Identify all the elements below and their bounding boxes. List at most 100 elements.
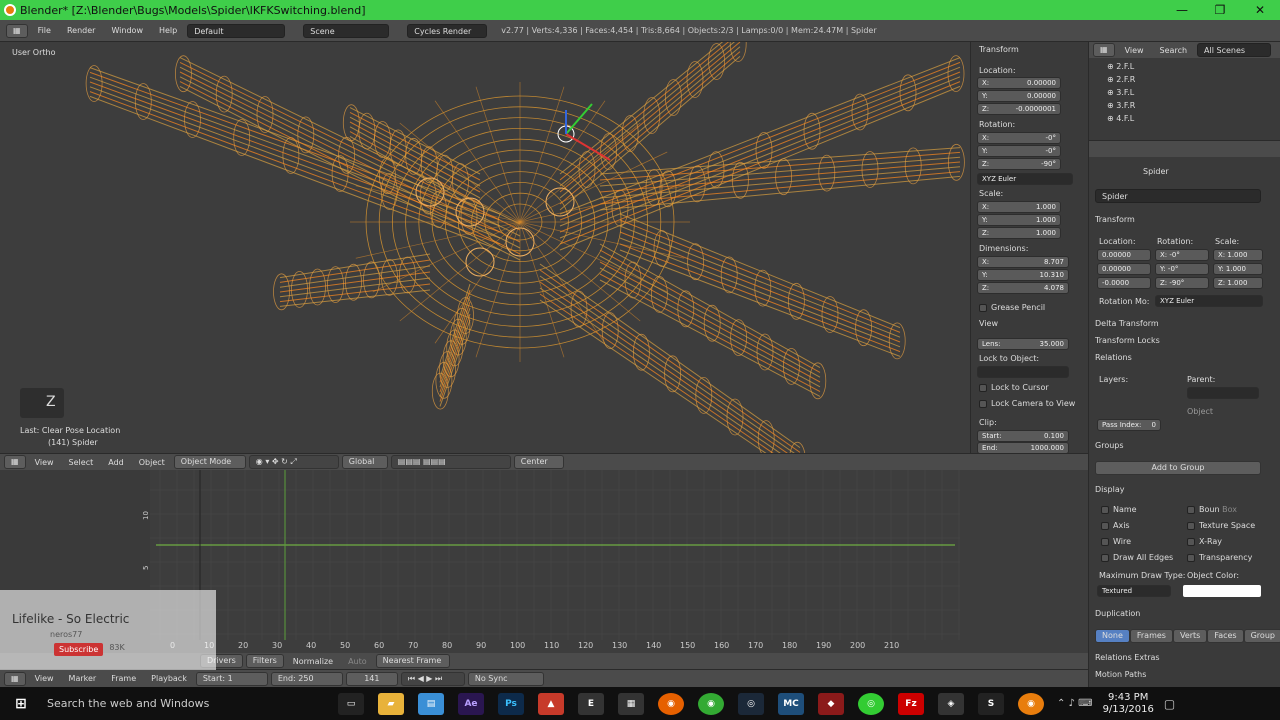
- calculator-icon[interactable]: ▦: [618, 692, 644, 715]
- rotation-x-field[interactable]: X: -0°: [977, 132, 1061, 144]
- epic-games-icon[interactable]: E: [578, 692, 604, 715]
- dimension-y-field[interactable]: Y: 10.310: [977, 269, 1069, 281]
- outliner-filter-select[interactable]: All Scenes: [1197, 43, 1272, 57]
- store-icon[interactable]: ▤: [418, 692, 444, 715]
- normalize-toggle[interactable]: Normalize: [287, 657, 339, 666]
- prop-loc-y[interactable]: 0.00000: [1097, 263, 1151, 275]
- clock[interactable]: 9:43 PM 9/13/2016: [1103, 692, 1154, 716]
- display-texture-space-checkbox[interactable]: Texture Space: [1187, 521, 1255, 530]
- layer-buttons[interactable]: ▤▤▤ ▤▤▤: [390, 455, 511, 469]
- prop-scale-x[interactable]: X: 1.000: [1213, 249, 1263, 261]
- app-icon[interactable]: ◈: [938, 692, 964, 715]
- relations-header[interactable]: Relations: [1095, 353, 1132, 362]
- location-y-field[interactable]: Y: 0.00000: [977, 90, 1061, 102]
- rotation-y-field[interactable]: Y: -0°: [977, 145, 1061, 157]
- menu-file[interactable]: File: [32, 26, 57, 35]
- after-effects-icon[interactable]: Ae: [458, 692, 484, 715]
- dup-verts-tab[interactable]: Verts: [1172, 629, 1208, 643]
- location-x-field[interactable]: X: 0.00000: [977, 77, 1061, 89]
- app-icon[interactable]: ▲: [538, 692, 564, 715]
- menu-render[interactable]: Render: [61, 26, 101, 35]
- minimize-button[interactable]: —: [1162, 0, 1202, 20]
- scale-z-field[interactable]: Z: 1.000: [977, 227, 1061, 239]
- menu-frame[interactable]: Frame: [105, 674, 142, 683]
- prop-rot-x[interactable]: X: -0°: [1155, 249, 1209, 261]
- snap-select[interactable]: Nearest Frame: [375, 654, 450, 668]
- editor-type-icon[interactable]: ▦: [6, 23, 28, 38]
- add-to-group-button[interactable]: Add to Group: [1095, 461, 1261, 475]
- end-frame-field[interactable]: End: 250: [270, 671, 343, 686]
- lock-to-cursor-checkbox[interactable]: Lock to Cursor: [979, 383, 1049, 392]
- transform-header[interactable]: Transform: [979, 45, 1019, 54]
- photoshop-icon[interactable]: Ps: [498, 692, 524, 715]
- outliner-item[interactable]: ⊕ 3.F.R: [1107, 99, 1280, 112]
- filters-button[interactable]: Filters: [245, 654, 284, 668]
- prop-loc-x[interactable]: 0.00000: [1097, 249, 1151, 261]
- motion-paths-header[interactable]: Motion Paths: [1095, 670, 1146, 679]
- menu-view[interactable]: View: [29, 674, 60, 683]
- prop-rot-y[interactable]: Y: -0°: [1155, 263, 1209, 275]
- prop-scale-y[interactable]: Y: 1.000: [1213, 263, 1263, 275]
- clip-start-field[interactable]: Start: 0.100: [977, 430, 1069, 442]
- windows-start-icon[interactable]: ⊞: [8, 693, 34, 715]
- start-frame-field[interactable]: Start: 1: [195, 671, 268, 686]
- grease-pencil-header[interactable]: Grease Pencil: [979, 303, 1045, 312]
- notifications-icon[interactable]: ▢: [1164, 697, 1175, 711]
- taskbar-search[interactable]: Search the web and Windows: [41, 697, 331, 710]
- dup-frames-tab[interactable]: Frames: [1129, 629, 1173, 643]
- transform-locks-header[interactable]: Transform Locks: [1095, 336, 1160, 345]
- rotation-mode-select[interactable]: XYZ Euler: [977, 173, 1073, 185]
- steam-icon[interactable]: ◎: [738, 692, 764, 715]
- outliner-item[interactable]: ⊕ 3.F.L: [1107, 86, 1280, 99]
- menu-view[interactable]: View: [1119, 46, 1150, 55]
- menu-window[interactable]: Window: [105, 26, 149, 35]
- minecraft-icon[interactable]: MC: [778, 692, 804, 715]
- prop-rot-z[interactable]: Z: -90°: [1155, 277, 1209, 289]
- prop-scale-z[interactable]: Z: 1.000: [1213, 277, 1263, 289]
- view-header[interactable]: View: [979, 319, 998, 328]
- lock-camera-checkbox[interactable]: Lock Camera to View: [979, 399, 1075, 408]
- orientation-select[interactable]: Global: [341, 455, 388, 469]
- chat-icon[interactable]: ◎: [858, 692, 884, 715]
- system-tray-icons[interactable]: ⌃ ♪ ⌨: [1057, 698, 1093, 709]
- filezilla-icon[interactable]: Fz: [898, 692, 924, 715]
- display-transparency-checkbox[interactable]: Transparency: [1187, 553, 1252, 562]
- scale-x-field[interactable]: X: 1.000: [977, 201, 1061, 213]
- lock-object-field[interactable]: [977, 366, 1069, 378]
- sync-select[interactable]: No Sync: [467, 671, 544, 686]
- dimension-z-field[interactable]: Z: 4.078: [977, 282, 1069, 294]
- transform-panel-header[interactable]: Transform: [1095, 215, 1135, 224]
- menu-view[interactable]: View: [29, 458, 60, 467]
- display-header[interactable]: Display: [1095, 485, 1125, 494]
- layout-selector[interactable]: Default: [187, 23, 286, 38]
- properties-editor[interactable]: Spider Spider Transform Location: Rotati…: [1088, 140, 1280, 687]
- scale-y-field[interactable]: Y: 1.000: [977, 214, 1061, 226]
- parent-type[interactable]: Object: [1187, 407, 1213, 416]
- rotation-z-field[interactable]: Z: -90°: [977, 158, 1061, 170]
- current-frame-field[interactable]: 141: [345, 671, 398, 686]
- outliner[interactable]: ▦ View Search All Scenes ⊕ 2.F.L ⊕ 2.F.R…: [1088, 42, 1280, 140]
- object-name-field[interactable]: Spider: [1095, 189, 1261, 203]
- shading-buttons[interactable]: ◉ ▾ ✥ ↻ ⤢: [248, 455, 339, 469]
- task-view-icon[interactable]: ▭: [338, 692, 364, 715]
- editor-type-icon[interactable]: ▦: [4, 671, 26, 686]
- playback-controls[interactable]: ⏮ ◀ ▶ ⏭: [400, 671, 465, 686]
- menu-playback[interactable]: Playback: [145, 674, 193, 683]
- groups-header[interactable]: Groups: [1095, 441, 1124, 450]
- menu-select[interactable]: Select: [63, 458, 100, 467]
- delta-transform-header[interactable]: Delta Transform: [1095, 319, 1159, 328]
- duplication-header[interactable]: Duplication: [1095, 609, 1140, 618]
- subscribe-button[interactable]: Subscribe: [54, 643, 104, 656]
- editor-type-icon[interactable]: ▦: [1093, 43, 1115, 57]
- menu-object[interactable]: Object: [133, 458, 171, 467]
- display-all-edges-checkbox[interactable]: Draw All Edges: [1101, 553, 1173, 562]
- dimension-x-field[interactable]: X: 8.707: [977, 256, 1069, 268]
- close-button[interactable]: ✕: [1240, 0, 1280, 20]
- auto-toggle[interactable]: Auto: [342, 657, 373, 666]
- maximize-button[interactable]: ❐: [1200, 0, 1240, 20]
- location-z-field[interactable]: Z: -0.0000001: [977, 103, 1061, 115]
- object-color-swatch[interactable]: [1183, 585, 1261, 597]
- app-icon[interactable]: S: [978, 692, 1004, 715]
- file-explorer-icon[interactable]: ▰: [378, 692, 404, 715]
- display-axis-checkbox[interactable]: Axis: [1101, 521, 1130, 530]
